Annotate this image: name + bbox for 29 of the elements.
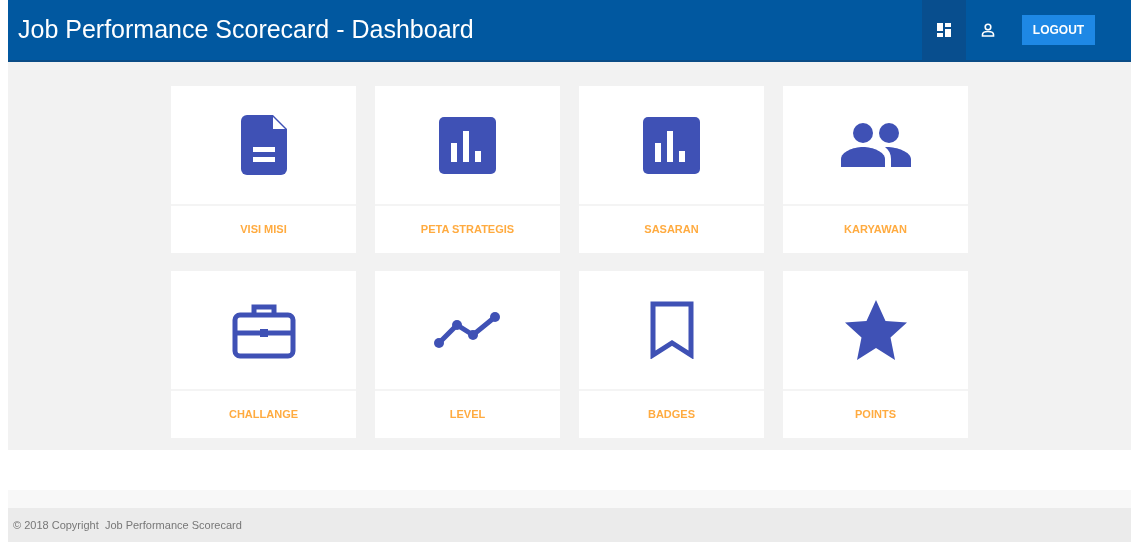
tile-label: SASARAN [644,222,699,238]
star-icon [844,300,907,360]
tile-label: POINTS [855,407,896,423]
bar-chart-icon [643,116,700,174]
document-icon [240,115,287,175]
menu-tile[interactable]: LEVEL [375,271,560,438]
copyright-text: © 2018 Copyright Job Performance Scorecard [13,517,242,533]
people-icon [840,123,911,167]
menu-tile[interactable]: POINTS [783,271,968,438]
menu-tile[interactable]: BADGES [579,271,764,438]
user-icon [981,23,995,37]
bar-chart-icon [439,116,496,174]
logout-button[interactable]: LOGOUT [1022,15,1095,45]
bookmark-icon [649,301,694,359]
trend-line-icon [432,311,503,349]
tile-label: LEVEL [449,407,486,423]
menu-tile[interactable]: CHALLANGE [171,271,356,438]
tile-label: KARYAWAN [844,222,907,238]
dashboard-icon [937,23,951,37]
menu-tile[interactable]: KARYAWAN [783,86,968,253]
dashboard-nav-button[interactable] [922,0,966,60]
page-title: Job Performance Scorecard - Dashboard [18,14,474,46]
tile-label: PETA STRATEGIS [420,222,515,238]
menu-tile[interactable]: SASARAN [579,86,764,253]
tile-label: VISI MISI [240,222,287,238]
menu-tile[interactable]: PETA STRATEGIS [375,86,560,253]
tile-label: CHALLANGE [228,407,299,423]
tile-label: BADGES [647,407,696,423]
menu-tile[interactable]: VISI MISI [171,86,356,253]
